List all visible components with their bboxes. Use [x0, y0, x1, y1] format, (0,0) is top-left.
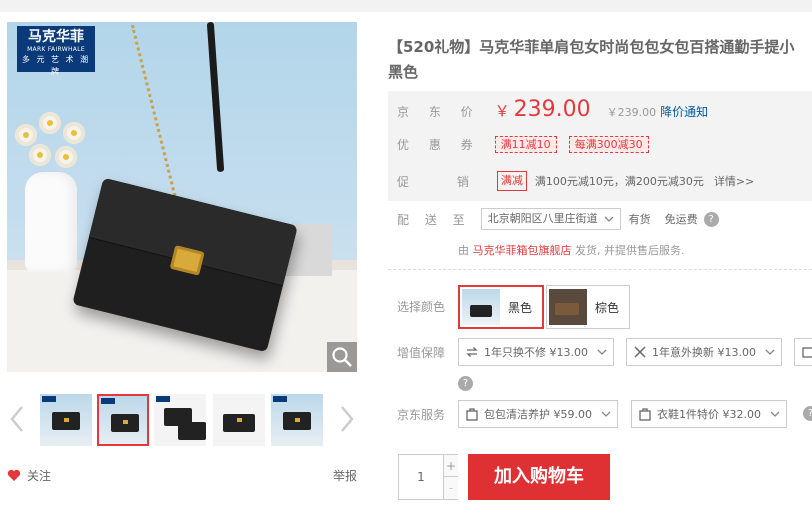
coupon-badge[interactable]: 每满300减30: [568, 136, 649, 153]
thumb-prev-icon[interactable]: [7, 404, 27, 434]
chevron-down-icon: [765, 349, 775, 355]
main-product-image[interactable]: 马克华菲 MARK FAIRWHALE 多 元 艺 术 潮 牌: [7, 22, 357, 372]
product-title: 【520礼物】马克华菲单肩包女时尚包包女包百搭通勤手提小: [388, 38, 795, 56]
bag-strap: [206, 22, 225, 173]
quantity-input[interactable]: 1: [399, 455, 443, 499]
free-shipping-text: 免运费: [664, 213, 698, 226]
quantity-plus-button[interactable]: +: [443, 455, 458, 477]
chevron-down-icon: [770, 411, 780, 417]
price-currency: ￥: [494, 102, 510, 120]
thumbnail-selected[interactable]: [97, 394, 149, 446]
warranty-replace-option[interactable]: 1年只换不修 ¥13.00: [458, 338, 614, 366]
thumbnail-strip: [7, 392, 357, 448]
coupon-label: 优 惠 券: [397, 138, 481, 152]
image-flowers: [7, 110, 102, 180]
color-option-black[interactable]: 黑色: [458, 285, 545, 329]
color-swatch-black: [462, 289, 500, 325]
quantity-stepper: 1 + -: [398, 454, 458, 500]
color-option-label: 棕色: [595, 300, 620, 315]
color-option-label: 黑色: [508, 300, 533, 315]
original-price: ￥239.00: [606, 106, 657, 119]
accident-replace-option[interactable]: 1年意外换新 ¥13.00: [626, 338, 782, 366]
brand-logo: 马克华菲 MARK FAIRWHALE 多 元 艺 术 潮 牌: [17, 26, 95, 76]
color-label: 选择颜色: [397, 300, 446, 314]
clothing-special-option[interactable]: 衣鞋1件特价 ¥32.00: [631, 400, 787, 428]
price-label: 京 东 价: [397, 105, 481, 119]
tools-icon: [634, 346, 646, 358]
bag-icon: [639, 408, 651, 421]
jd-service-label: 京东服务: [397, 408, 446, 422]
price-row: 京 东 价 ￥ 239.00 ￥239.00 降价通知: [397, 97, 708, 127]
price-box: 京 东 价 ￥ 239.00 ￥239.00 降价通知 优 惠 券 满11减10…: [388, 91, 812, 201]
seller-shop-link[interactable]: 马克华菲箱包旗舰店: [473, 244, 572, 257]
quantity-minus-button[interactable]: -: [443, 477, 458, 499]
help-icon[interactable]: ?: [703, 211, 719, 227]
coupon-badge[interactable]: 满11减10: [494, 136, 557, 153]
price-value: 239.00: [513, 97, 591, 122]
promotion-row: 促 销 满减 满100元减10元，满200元减30元 详情>>: [397, 171, 754, 191]
follow-button[interactable]: 关注: [7, 467, 51, 484]
color-swatch-brown: [549, 289, 587, 325]
add-to-cart-button[interactable]: 加入购物车: [468, 454, 610, 500]
image-vase: [25, 172, 77, 272]
help-icon[interactable]: ?: [458, 376, 473, 391]
section-divider: [388, 269, 812, 270]
address-selector[interactable]: 北京朝阳区八里庄街道: [480, 208, 621, 230]
bag-cleaning-option[interactable]: 包包清洁养护 ¥59.00: [458, 400, 618, 428]
zoom-icon[interactable]: [327, 342, 357, 372]
thumbnail[interactable]: [213, 394, 265, 446]
bag-icon: [466, 408, 478, 421]
help-icon[interactable]: ?: [803, 406, 812, 421]
color-option-brown[interactable]: 棕色: [546, 285, 631, 329]
shipping-label: 配 送 至: [397, 212, 471, 227]
thumb-next-icon[interactable]: [337, 404, 357, 434]
chevron-down-icon: [597, 349, 607, 355]
swap-icon: [466, 347, 478, 357]
thumbnail[interactable]: [40, 394, 92, 446]
promotion-label: 促 销: [397, 174, 491, 189]
report-link[interactable]: 举报: [333, 467, 357, 484]
product-title-line2: 黑色: [388, 63, 419, 81]
chevron-down-icon: [601, 411, 611, 417]
seller-info: 由 马克华菲箱包旗舰店 发货, 并提供售后服务.: [458, 244, 685, 257]
promotion-tag: 满减: [496, 171, 527, 191]
stock-status: 有货: [628, 213, 651, 226]
heart-icon: [7, 469, 21, 481]
follow-label: 关注: [27, 469, 52, 483]
thumbnail[interactable]: [271, 394, 323, 446]
coupon-row: 优 惠 券 满11减10 每满300减30: [397, 136, 661, 153]
shipping-row: 配 送 至 北京朝阳区八里庄街道 有货 免运费 ?: [397, 207, 719, 231]
value-added-label: 增值保障: [397, 346, 446, 360]
promotion-details-link[interactable]: 详情>>: [714, 173, 754, 189]
promotion-text: 满100元减10元，满200元减30元: [534, 175, 704, 188]
more-service-option[interactable]: [794, 338, 812, 366]
shield-icon: [802, 347, 812, 358]
price-drop-notice-link[interactable]: 降价通知: [660, 103, 708, 120]
chevron-down-icon: [604, 216, 614, 222]
top-strip: [0, 0, 812, 12]
thumbnail[interactable]: [154, 394, 206, 446]
address-text: 北京朝阳区八里庄街道: [487, 212, 598, 225]
